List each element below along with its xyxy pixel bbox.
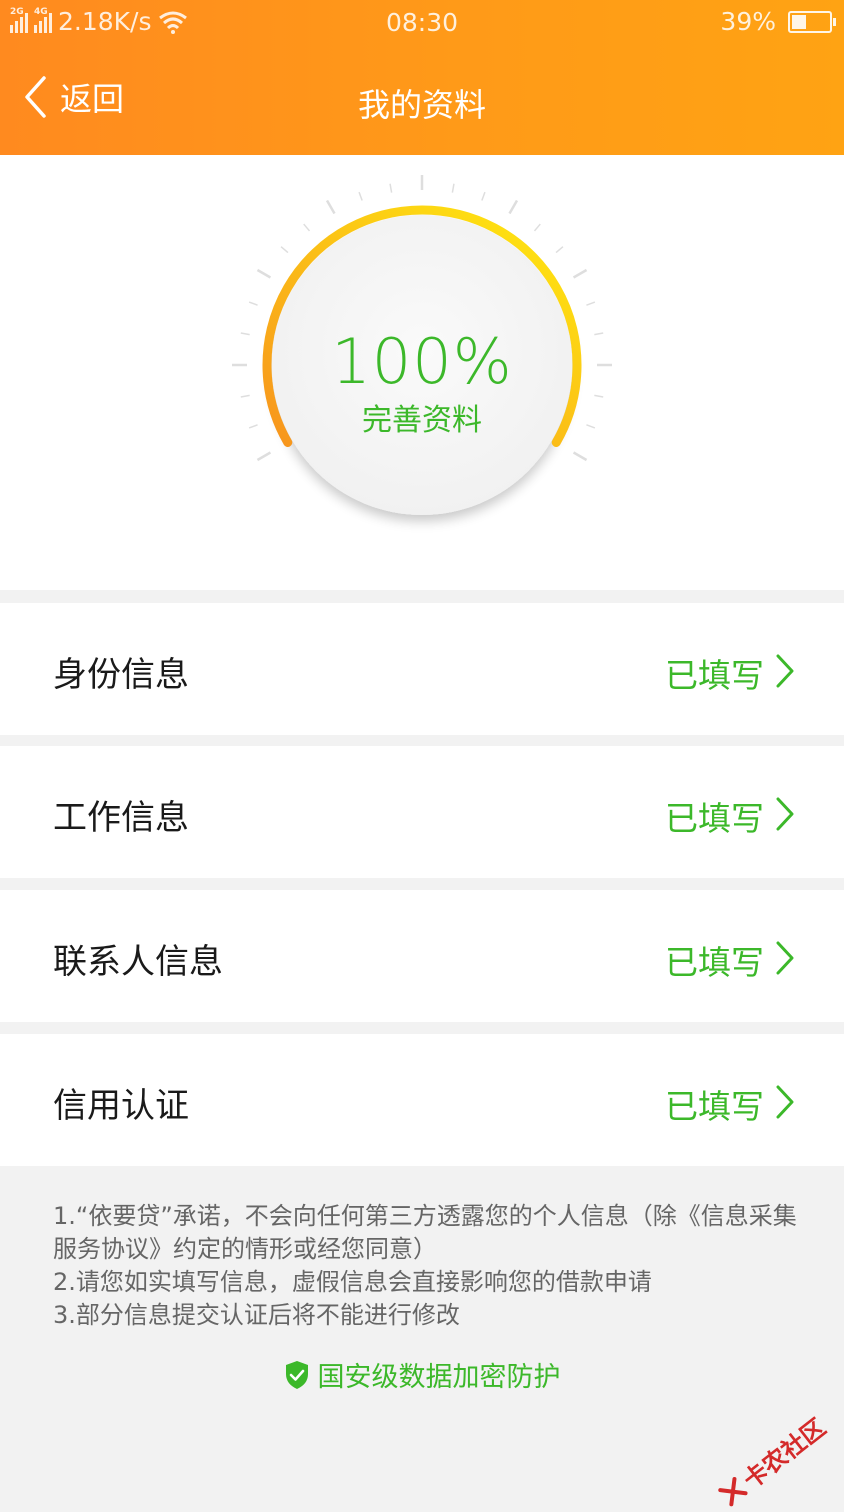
status-bar: 2G 4G 2.18K/s 08:30 39% [0,0,844,46]
row-identity-info[interactable]: 身份信息 已填写 [0,603,844,735]
chevron-right-icon [776,797,794,831]
gauge-tick [586,301,596,306]
row-work-info[interactable]: 工作信息 已填写 [0,746,844,878]
progress-label: 完善资料 [362,403,482,438]
clock: 08:30 [385,8,459,37]
top-bar: 2G 4G 2.18K/s 08:30 39% 返回 我的资料 [0,0,844,155]
gauge-tick [508,199,519,215]
gauge-tick [256,451,272,462]
gauge-tick [325,199,336,215]
gauge-tick [256,268,272,279]
gauge-tick [248,301,258,306]
row-credit-auth[interactable]: 信用认证 已填写 [0,1034,844,1166]
watermark-text: 卡农社区 [738,1413,832,1495]
notes: 1.“依要贷”承诺，不会向任何第三方透露您的个人信息（除《信息采集服务协议》约定… [53,1200,813,1332]
row-label: 联系人信息 [53,942,223,982]
row-label: 身份信息 [53,655,189,695]
note-item: 3.部分信息提交认证后将不能进行修改 [53,1301,460,1329]
chevron-right-icon [776,941,794,975]
note-item: 1.“依要贷”承诺，不会向任何第三方透露您的个人信息（除《信息采集服务协议》约定… [53,1202,797,1263]
battery-icon [788,10,836,33]
row-label: 工作信息 [53,798,189,838]
progress-percent: 100% [331,325,513,398]
row-status: 已填写 [665,656,764,695]
row-status: 已填写 [665,1087,764,1126]
gauge-tick [451,183,455,193]
row-label: 信用认证 [53,1086,189,1126]
chevron-right-icon [776,1085,794,1119]
gauge-tick [280,246,289,254]
row-status: 已填写 [665,943,764,982]
gauge-tick [358,191,363,201]
battery-level [792,14,807,29]
page-title: 我的资料 [357,86,486,124]
gauge-tick [555,246,564,254]
chevron-right-icon [776,654,794,688]
gauge-tick [533,223,541,232]
security-badge: 国安级数据加密防护 [0,1355,844,1394]
gauge-tick [303,223,311,232]
gauge-tick [572,268,588,279]
nav-bar: 返回 我的资料 [0,46,844,155]
row-status: 已填写 [665,799,764,838]
gauge-tick [572,451,588,462]
battery-percent: 39% [720,7,776,36]
gauge-tick [481,191,486,201]
progress-section: 100% 完善资料 [0,155,844,590]
gauge-tick [389,183,393,193]
note-item: 2.请您如实填写信息，虚假信息会直接影响您的借款申请 [53,1268,652,1296]
shield-check-icon [285,1360,308,1389]
row-contact-info[interactable]: 联系人信息 已填写 [0,890,844,1022]
security-label: 国安级数据加密防护 [317,1362,561,1393]
watermark: 卡农社区 [712,1409,831,1512]
